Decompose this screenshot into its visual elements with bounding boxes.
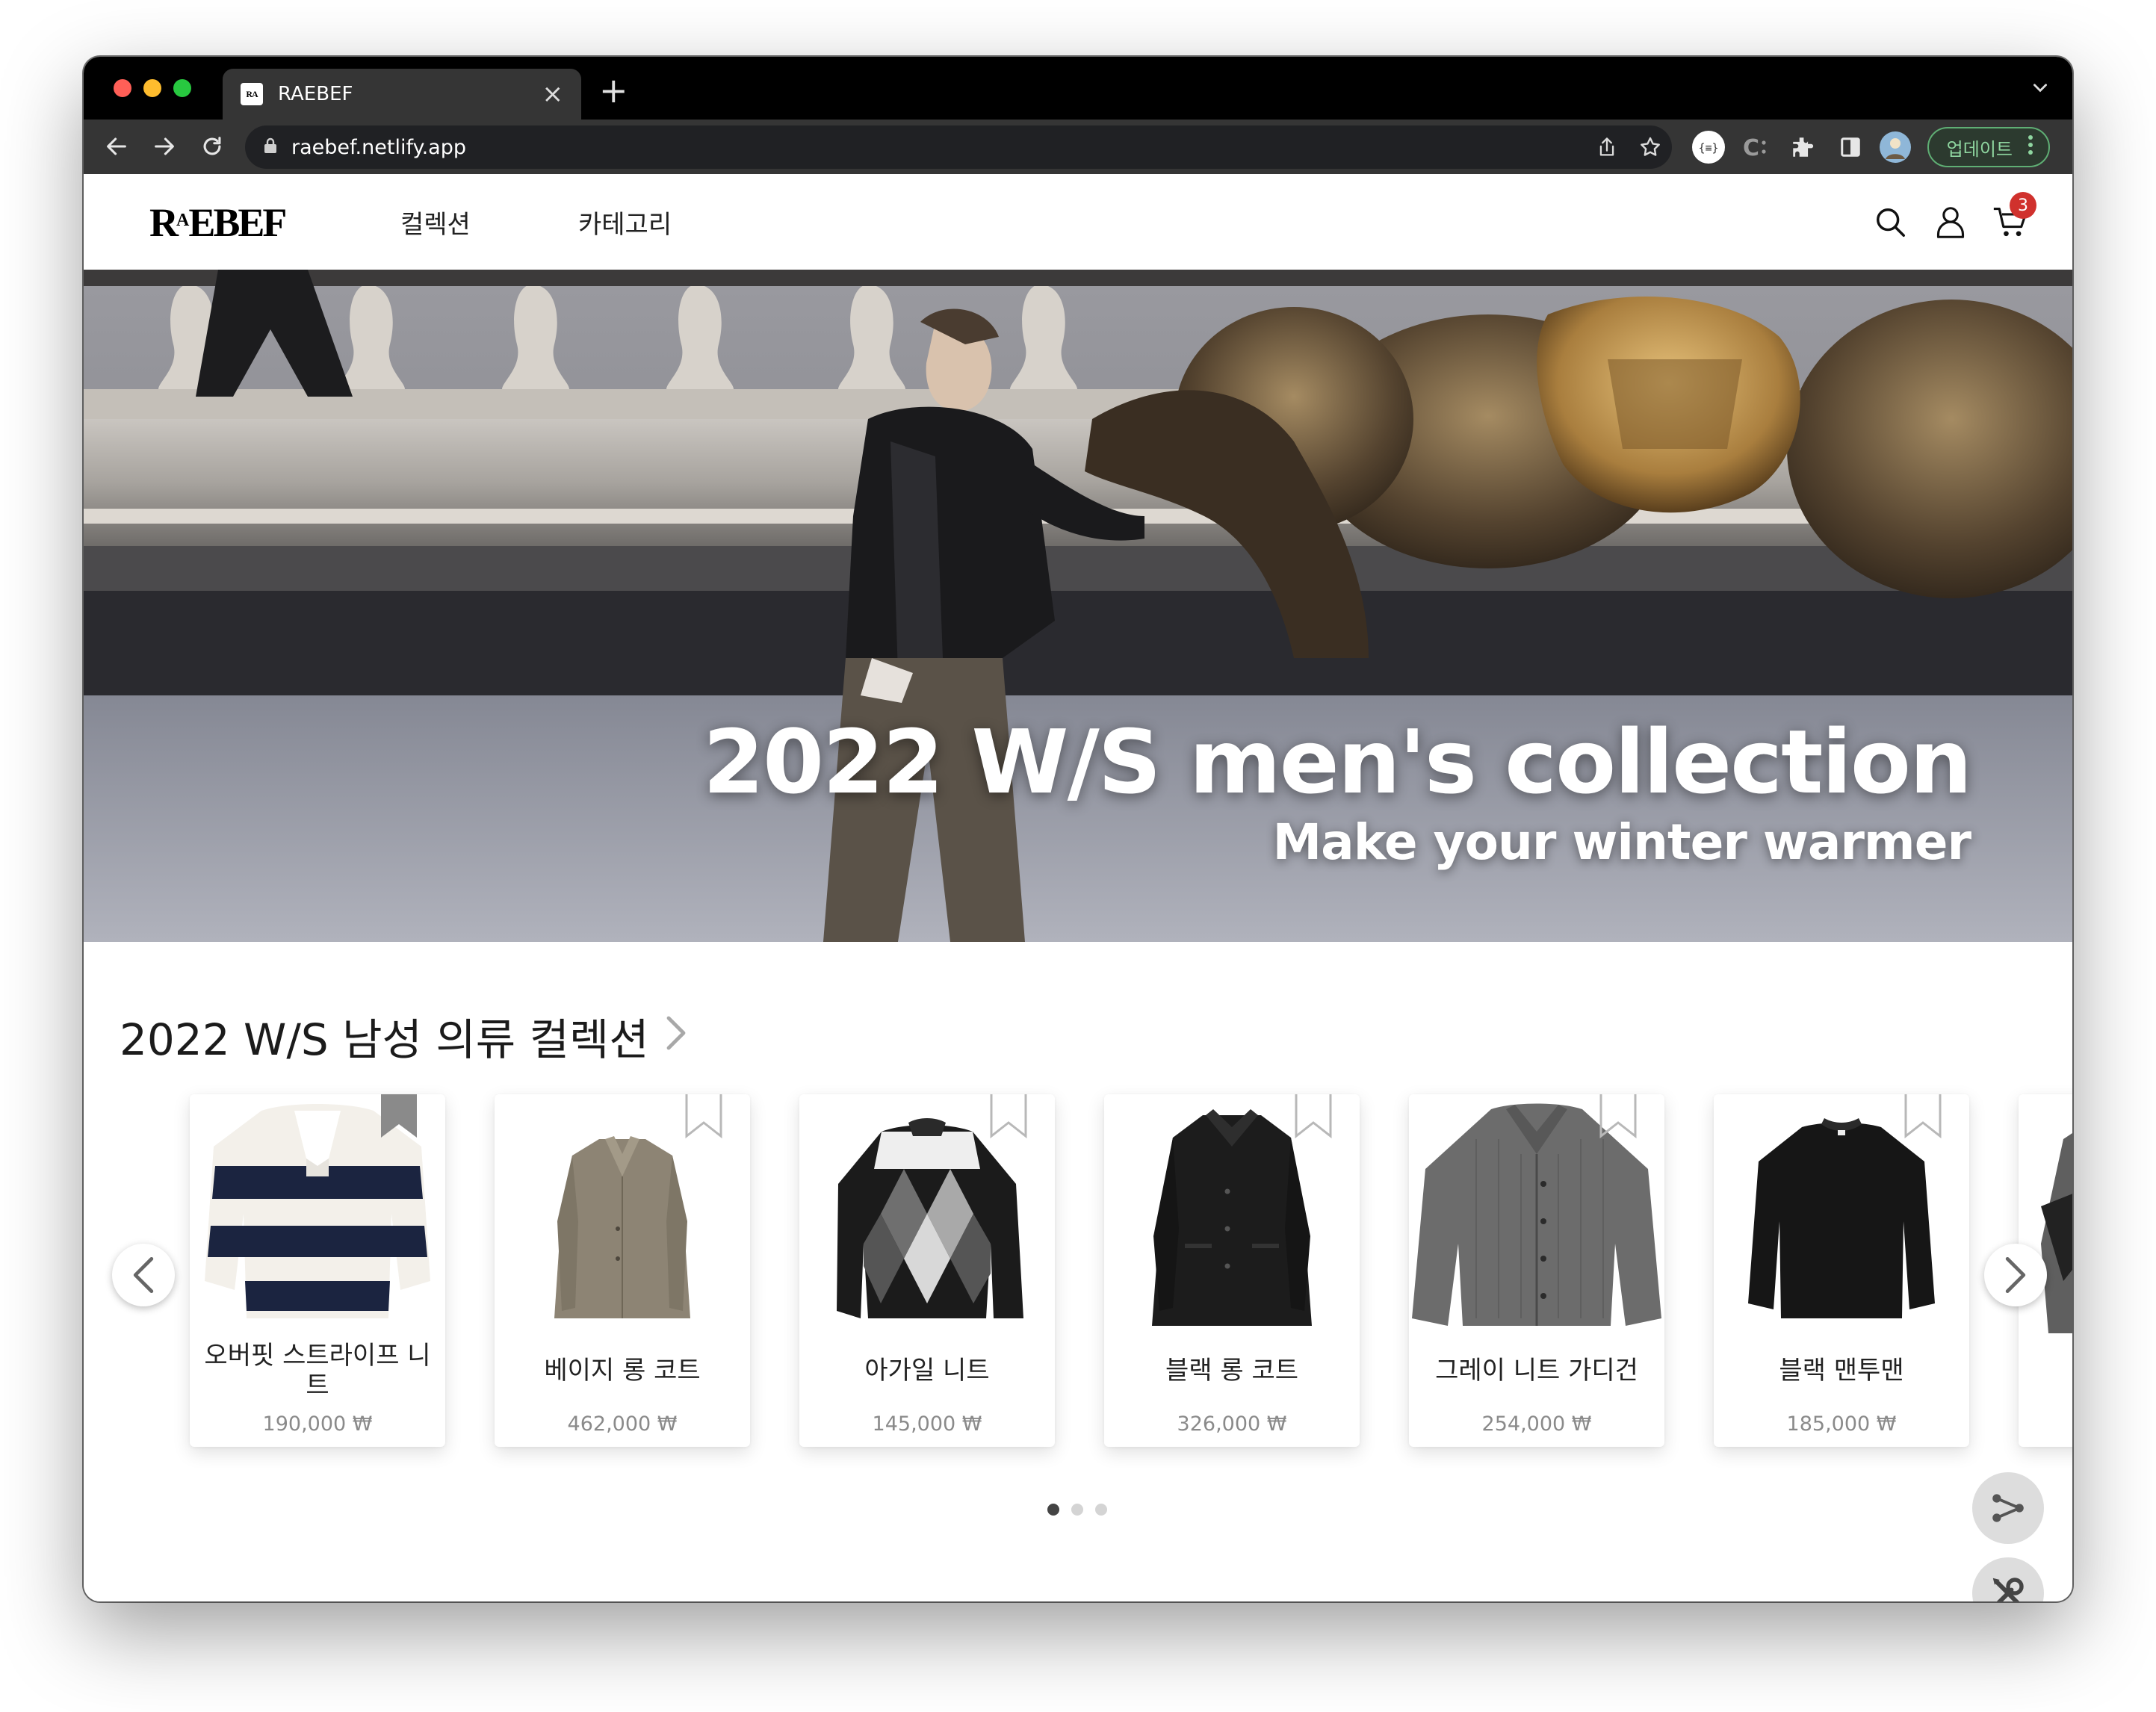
reload-icon[interactable] <box>194 128 230 164</box>
screenshot-stage: RA RAEBEF × + raebef.netlify.app {≡} C 업… <box>0 0 2156 1712</box>
cart-button[interactable]: 3 <box>1990 192 2036 243</box>
product-name: 그레이 니트 가디건 <box>1435 1356 1638 1386</box>
tools-floating-button[interactable] <box>1972 1557 2044 1601</box>
svg-text:{≡}: {≡} <box>1698 141 1718 155</box>
product-card[interactable]: 베이지 롱 코트 462,000 ₩ <box>495 1094 750 1447</box>
product-price: 145,000 ₩ <box>872 1412 982 1436</box>
product-name: 블랙 맨투맨 <box>1779 1356 1904 1386</box>
more-menu-icon[interactable] <box>2028 134 2033 161</box>
chevron-right-icon <box>2005 1256 2026 1294</box>
site-header: RAEBEF 컬렉션 카테고리 3 <box>84 174 2072 270</box>
minimize-window-button[interactable] <box>143 79 161 97</box>
product-carousel: 오버핏 스트라이프 니트 190,000 ₩ 베이지 롱 코트 462,000 … <box>84 1094 2072 1453</box>
forward-arrow-icon[interactable] <box>146 128 182 164</box>
back-arrow-icon[interactable] <box>99 128 134 164</box>
product-name: 아가일 니트 <box>864 1356 990 1386</box>
nav-collection[interactable]: 컬렉션 <box>400 204 471 241</box>
product-card[interactable]: 블랙 맨투맨 185,000 ₩ <box>1714 1094 1969 1447</box>
pagination-dot-1[interactable] <box>1047 1504 1059 1516</box>
bookmark-icon[interactable] <box>1599 1094 1638 1139</box>
section-title-text: 2022 W/S 남성 의류 컬렉션 <box>120 1014 649 1065</box>
address-bar[interactable]: raebef.netlify.app <box>245 125 1672 169</box>
product-card[interactable]: 블랙 롱 코트 326,000 ₩ <box>1104 1094 1360 1447</box>
product-card[interactable]: 그레이 니트 가디건 254,000 ₩ <box>1409 1094 1664 1447</box>
product-price: 462,000 ₩ <box>567 1412 678 1436</box>
css-extension-icon[interactable]: C <box>1738 130 1772 164</box>
bookmark-icon[interactable] <box>380 1094 418 1139</box>
carousel-pagination <box>1047 1504 1107 1516</box>
close-window-button[interactable] <box>114 79 131 97</box>
lock-icon <box>263 137 278 158</box>
maximize-window-button[interactable] <box>173 79 191 97</box>
window-controls <box>114 79 191 97</box>
chevron-right-icon <box>666 1011 687 1061</box>
browser-toolbar: raebef.netlify.app {≡} C 업데이트 <box>84 120 2072 174</box>
site-logo[interactable]: RAEBEF <box>149 199 287 246</box>
svg-text:C: C <box>1743 135 1759 161</box>
bookmark-icon[interactable] <box>1903 1094 1942 1139</box>
product-card[interactable]: 오버핏 스트라이프 니트 190,000 ₩ <box>190 1094 445 1447</box>
side-panel-icon[interactable] <box>1833 130 1868 164</box>
product-name: 오버핏 스트라이프 니트 <box>204 1341 431 1401</box>
hero-title: 2022 W/S men's collection <box>702 710 1972 813</box>
web-page: RAEBEF 컬렉션 카테고리 3 2022 W/S men's collect… <box>84 174 2072 1601</box>
product-name: 블랙 롱 코트 <box>1165 1356 1298 1386</box>
profile-avatar[interactable] <box>1878 130 1912 164</box>
nav-category[interactable]: 카테고리 <box>578 204 672 241</box>
carousel-prev-button[interactable] <box>112 1244 175 1306</box>
share-nodes-icon <box>1992 1494 2024 1522</box>
update-button[interactable]: 업데이트 <box>1927 127 2050 167</box>
star-icon[interactable] <box>1629 125 1672 169</box>
share-icon[interactable] <box>1585 125 1629 169</box>
new-tab-button[interactable]: + <box>599 73 628 108</box>
url-text: raebef.netlify.app <box>291 135 467 159</box>
product-name: 베이지 롱 코트 <box>544 1356 701 1386</box>
user-icon[interactable] <box>1930 202 1971 243</box>
product-price: 185,000 ₩ <box>1786 1412 1897 1436</box>
tab-search-chevron-icon[interactable] <box>2030 78 2050 100</box>
collection-section-title[interactable]: 2022 W/S 남성 의류 컬렉션 <box>120 1005 687 1067</box>
tools-icon <box>1992 1578 2024 1601</box>
chevron-left-icon <box>133 1256 154 1294</box>
search-icon[interactable] <box>1871 202 1911 243</box>
browser-chrome: RA RAEBEF × + raebef.netlify.app {≡} C 업… <box>84 57 2072 174</box>
carousel-next-button[interactable] <box>1984 1244 2047 1306</box>
product-price: 326,000 ₩ <box>1177 1412 1287 1436</box>
bookmark-icon[interactable] <box>989 1094 1028 1139</box>
product-card[interactable]: 아가일 니트 145,000 ₩ <box>799 1094 1055 1447</box>
share-floating-button[interactable] <box>1972 1472 2044 1544</box>
cart-count-badge: 3 <box>2010 192 2036 219</box>
pagination-dot-2[interactable] <box>1071 1504 1083 1516</box>
hero-subtitle: Make your winter warmer <box>1272 813 1971 871</box>
hero-banner[interactable]: 2022 W/S men's collection Make your wint… <box>84 270 2072 942</box>
extensions-icon[interactable] <box>1785 130 1820 164</box>
tab-close-icon[interactable]: × <box>542 81 564 107</box>
pagination-dot-3[interactable] <box>1095 1504 1107 1516</box>
product-price: 190,000 ₩ <box>262 1412 373 1436</box>
product-price: 254,000 ₩ <box>1481 1412 1592 1436</box>
bookmark-icon[interactable] <box>684 1094 723 1139</box>
favicon-icon: RA <box>241 83 263 105</box>
bookmark-icon[interactable] <box>1294 1094 1333 1139</box>
json-extension-icon[interactable]: {≡} <box>1691 130 1726 164</box>
browser-tab-active[interactable]: RA RAEBEF × <box>223 69 581 120</box>
browser-window: RA RAEBEF × + raebef.netlify.app {≡} C 업… <box>84 57 2072 1601</box>
update-label: 업데이트 <box>1946 138 2013 160</box>
tab-title: RAEBEF <box>278 83 353 105</box>
